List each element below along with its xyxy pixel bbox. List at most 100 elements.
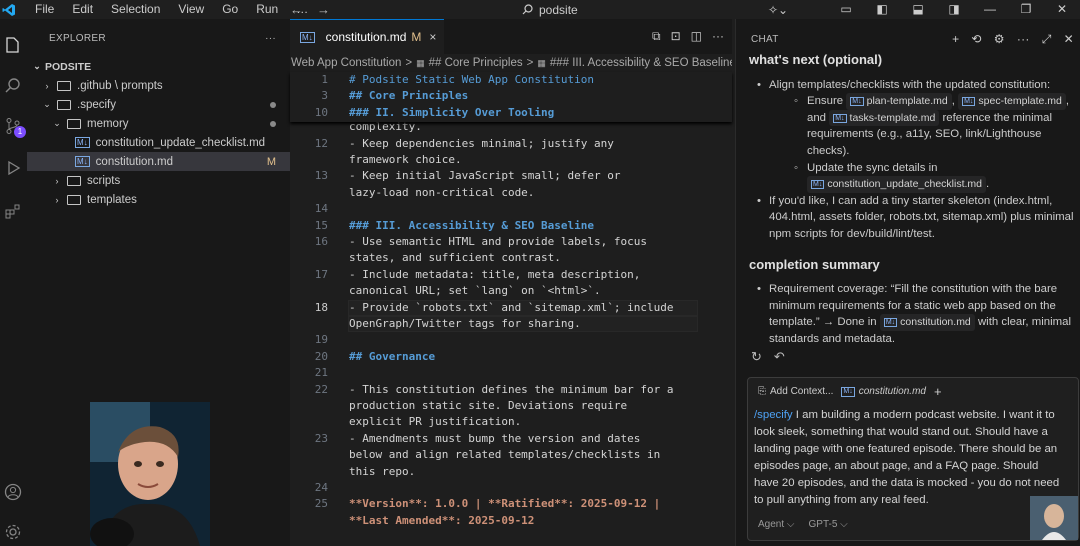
line-number: 12 bbox=[314, 136, 328, 150]
file-reference[interactable]: M↓ tasks-template.md bbox=[829, 109, 940, 127]
tree-item[interactable]: › .github \ prompts bbox=[27, 76, 290, 95]
sync-text: Update the sync details in bbox=[807, 161, 938, 174]
undo-icon[interactable]: ↶ bbox=[774, 349, 785, 365]
explorer-more-icon[interactable]: ··· bbox=[265, 33, 276, 44]
menu-file[interactable]: File bbox=[26, 0, 63, 19]
menu-run[interactable]: Run bbox=[247, 0, 287, 19]
source-control-icon[interactable]: 1 bbox=[3, 116, 26, 138]
toggle-sidebar-icon[interactable]: ◧ bbox=[864, 0, 900, 19]
extensions-icon[interactable] bbox=[3, 201, 23, 221]
more-actions-icon[interactable]: ··· bbox=[712, 29, 724, 44]
breadcrumb-item-1[interactable]: Web App Constitution bbox=[291, 57, 401, 69]
add-file-plus-icon[interactable]: + bbox=[934, 384, 942, 399]
command-center-search[interactable]: podsite bbox=[522, 1, 578, 18]
ensure-text: Ensure bbox=[807, 95, 844, 108]
breadcrumb-item-3[interactable]: ### III. Accessibility & SEO Baseline bbox=[550, 57, 732, 69]
file-reference[interactable]: M↓ spec-template.md bbox=[958, 93, 1066, 110]
markdown-file-icon: M↓ bbox=[75, 156, 90, 167]
activity-bar: 1 bbox=[0, 19, 27, 546]
tree-item[interactable]: › scripts bbox=[27, 171, 290, 190]
model-picker[interactable]: GPT-5 ⌵ bbox=[809, 519, 848, 530]
menu-selection[interactable]: Selection bbox=[102, 0, 169, 19]
attached-file-chip[interactable]: M↓ constitution.md bbox=[841, 386, 926, 397]
chat-input-text[interactable]: /specify I am building a modern podcast … bbox=[754, 407, 1066, 509]
tab-close-icon[interactable]: × bbox=[429, 30, 436, 44]
retry-icon[interactable]: ↻ bbox=[751, 349, 762, 365]
tree-item[interactable]: M↓ constitution_update_checklist.md bbox=[27, 133, 290, 152]
file-reference[interactable]: M↓ constitution_update_checklist.md bbox=[807, 176, 987, 193]
source-control-badge: 1 bbox=[14, 126, 26, 138]
restore-icon[interactable]: ❐ bbox=[1008, 0, 1044, 19]
explorer-icon[interactable] bbox=[3, 35, 23, 55]
tab-bar: M↓ constitution.md M × ⧉ ⊡ ◫ ··· bbox=[290, 19, 732, 54]
settings-gear-icon[interactable] bbox=[3, 522, 23, 542]
file-reference[interactable]: M↓ plan-template.md bbox=[846, 93, 952, 110]
tab-constitution-md[interactable]: M↓ constitution.md M × bbox=[290, 19, 445, 54]
chat-header-actions: + ⟲ ⚙ ··· ⤢ ✕ bbox=[952, 32, 1074, 47]
line-number: 23 bbox=[314, 431, 328, 445]
breadcrumb-item-2[interactable]: ## Core Principles bbox=[429, 57, 523, 69]
toggle-secondary-sidebar-icon[interactable]: ◨ bbox=[936, 0, 972, 19]
close-icon[interactable]: ✕ bbox=[1064, 32, 1074, 47]
tree-item[interactable]: ⌄ .specify bbox=[27, 95, 290, 114]
code-line: lazy-load non-critical code. bbox=[349, 185, 535, 199]
menu-edit[interactable]: Edit bbox=[63, 0, 102, 19]
open-changes-icon[interactable]: ⧉ bbox=[652, 29, 661, 44]
code-line: this repo. bbox=[349, 464, 416, 478]
folder-icon bbox=[67, 175, 81, 186]
menu-view[interactable]: View bbox=[169, 0, 213, 19]
close-window-icon[interactable]: ✕ bbox=[1044, 0, 1080, 19]
file-reference[interactable]: M↓ constitution.md bbox=[879, 314, 975, 331]
split-editor-icon[interactable]: ◫ bbox=[691, 29, 702, 44]
folder-icon bbox=[57, 99, 71, 110]
code-line: - Keep dependencies minimal; justify any bbox=[349, 136, 614, 150]
tree-item-label: templates bbox=[87, 193, 137, 206]
chevron-right-icon: › bbox=[55, 194, 59, 205]
menu-go[interactable]: Go bbox=[213, 0, 247, 19]
line-number: 15 bbox=[314, 218, 328, 232]
code-area[interactable]: complexity. 12- Keep dependencies minimal… bbox=[290, 72, 732, 546]
copilot-icon[interactable]: ✧⌄ bbox=[768, 3, 788, 17]
vscode-logo-icon bbox=[2, 3, 18, 17]
code-line: framework choice. bbox=[349, 153, 462, 166]
folder-icon bbox=[67, 194, 81, 205]
history-icon[interactable]: ⟲ bbox=[971, 32, 981, 47]
back-arrow-icon[interactable]: ← bbox=[290, 2, 303, 17]
forward-arrow-icon[interactable]: → bbox=[317, 2, 330, 17]
tree-root-podsite[interactable]: ⌄ PODSITE bbox=[27, 57, 290, 76]
chat-input-box[interactable]: ⎘ Add Context... M↓ constitution.md + /s… bbox=[747, 377, 1079, 541]
search-text: podsite bbox=[539, 2, 578, 17]
sticky-code-line: # Podsite Static Web App Constitution bbox=[349, 73, 595, 86]
maximize-icon[interactable]: ⤢ bbox=[1042, 32, 1052, 47]
code-line: - Provide `robots.txt` and `sitemap.xml`… bbox=[349, 300, 674, 314]
explorer-title: EXPLORER bbox=[49, 32, 106, 44]
minimize-icon[interactable]: — bbox=[972, 0, 1008, 19]
paperclip-icon: ⎘ bbox=[758, 386, 766, 397]
add-context-button[interactable]: ⎘ Add Context... bbox=[758, 386, 833, 397]
slash-command: /specify bbox=[754, 409, 793, 421]
tree-item[interactable]: M↓ constitution.md M bbox=[27, 152, 290, 171]
new-chat-plus-icon[interactable]: + bbox=[952, 32, 959, 47]
accounts-icon[interactable] bbox=[3, 482, 23, 502]
mode-picker[interactable]: Agent ⌵ bbox=[758, 519, 795, 530]
code-line: - Use semantic HTML and provide labels, … bbox=[349, 235, 648, 248]
tree-item[interactable]: › templates bbox=[27, 190, 290, 209]
toggle-panel-icon[interactable]: ⬓ bbox=[900, 0, 936, 19]
list-item: If you'd like, I can add a tiny starter … bbox=[749, 193, 1074, 243]
file-reference-label: tasks-template.md bbox=[849, 111, 936, 124]
search-icon[interactable] bbox=[3, 76, 23, 96]
more-icon[interactable]: ··· bbox=[1017, 32, 1030, 47]
list-item: Update the sync details in M↓constitutio… bbox=[769, 160, 1074, 193]
layout-customize-icon[interactable]: ▭ bbox=[828, 0, 864, 19]
run-debug-icon[interactable] bbox=[3, 158, 23, 178]
code-line: below and align related templates/checkl… bbox=[349, 448, 661, 462]
line-number: 14 bbox=[314, 202, 328, 216]
tree-item[interactable]: ⌄ memory bbox=[27, 114, 290, 133]
file-tree: ⌄ PODSITE › .github \ prompts ⌄ .specify ⌄ me… bbox=[27, 57, 290, 209]
list-item: Align templates/checklists with the upda… bbox=[749, 77, 1074, 193]
search-icon bbox=[522, 4, 533, 15]
preview-icon[interactable]: ⊡ bbox=[671, 29, 681, 44]
tree-item-label: constitution_update_checklist.md bbox=[95, 136, 266, 149]
settings-gear-icon[interactable]: ⚙ bbox=[994, 32, 1005, 47]
line-number: 13 bbox=[314, 169, 328, 183]
